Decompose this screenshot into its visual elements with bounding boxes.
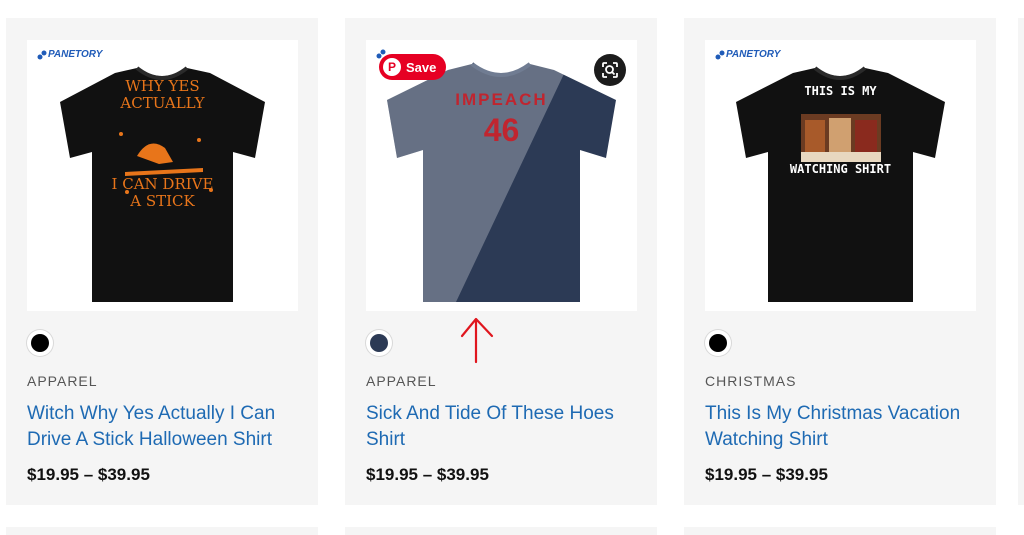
product-title-link[interactable]: Sick And Tide Of These Hoes Shirt <box>366 401 646 453</box>
shirt-line: ACTUALLY <box>120 94 205 112</box>
shirt-print-text-top: WHY YES ACTUALLY <box>27 78 298 112</box>
shirt-print-text-top: IMPEACH <box>366 90 637 110</box>
color-swatch-navy[interactable] <box>366 330 392 356</box>
pinterest-icon: P <box>383 58 401 76</box>
product-card: PANETORY WHY YES ACTUALLY I CAN DRIVE A … <box>6 18 318 505</box>
product-image[interactable]: PANETORY THIS IS MY WATCHING SHIRT <box>705 40 976 311</box>
shirt-print-text-bottom: I CAN DRIVE A STICK <box>27 176 298 210</box>
next-card-edge <box>1018 18 1024 505</box>
annotation-arrow-icon <box>460 317 494 364</box>
product-image[interactable]: IMPEACH 46 P Save <box>366 40 637 311</box>
product-card: IMPEACH 46 P Save APPAREL Sick And Tide … <box>345 18 657 505</box>
shirt-print-text-number: 46 <box>366 112 637 149</box>
product-card: PANETORY THIS IS MY WATCHING SHIRT CHRIS… <box>684 18 996 505</box>
product-image[interactable]: PANETORY WHY YES ACTUALLY I CAN DRIVE A … <box>27 40 298 311</box>
product-title-link[interactable]: This Is My Christmas Vacation Watching S… <box>705 401 985 453</box>
shirt-line: IMPEACH <box>455 90 548 109</box>
next-row-card <box>6 527 318 535</box>
shirt-line: WHY YES <box>125 77 200 95</box>
shirt-line: WATCHING SHIRT <box>789 162 892 176</box>
shirt-print-text-top: THIS IS MY <box>705 84 976 98</box>
product-category[interactable]: CHRISTMAS <box>705 373 796 389</box>
shirt-line: THIS IS MY <box>804 84 877 98</box>
shirt-line: I CAN DRIVE <box>111 175 214 193</box>
product-category[interactable]: APPAREL <box>27 373 98 389</box>
save-button-label: Save <box>406 59 437 75</box>
shirt-line: A STICK <box>130 192 195 210</box>
product-category[interactable]: APPAREL <box>366 373 437 389</box>
product-price: $19.95 – $39.95 <box>27 465 150 484</box>
color-swatch-black[interactable] <box>27 330 53 356</box>
shirt-print-text-bottom: WATCHING SHIRT <box>705 162 976 176</box>
product-grid: PANETORY WHY YES ACTUALLY I CAN DRIVE A … <box>0 0 1024 535</box>
pinterest-save-button[interactable]: P Save <box>379 54 447 80</box>
next-row-card <box>345 527 657 535</box>
visual-search-button[interactable] <box>594 54 626 86</box>
visual-search-icon <box>602 62 618 78</box>
shirt-line: 46 <box>483 112 520 148</box>
color-swatch-black[interactable] <box>705 330 731 356</box>
product-price: $19.95 – $39.95 <box>705 465 828 484</box>
product-title-link[interactable]: Witch Why Yes Actually I Can Drive A Sti… <box>27 401 307 453</box>
next-row-card <box>684 527 996 535</box>
product-price: $19.95 – $39.95 <box>366 465 489 484</box>
